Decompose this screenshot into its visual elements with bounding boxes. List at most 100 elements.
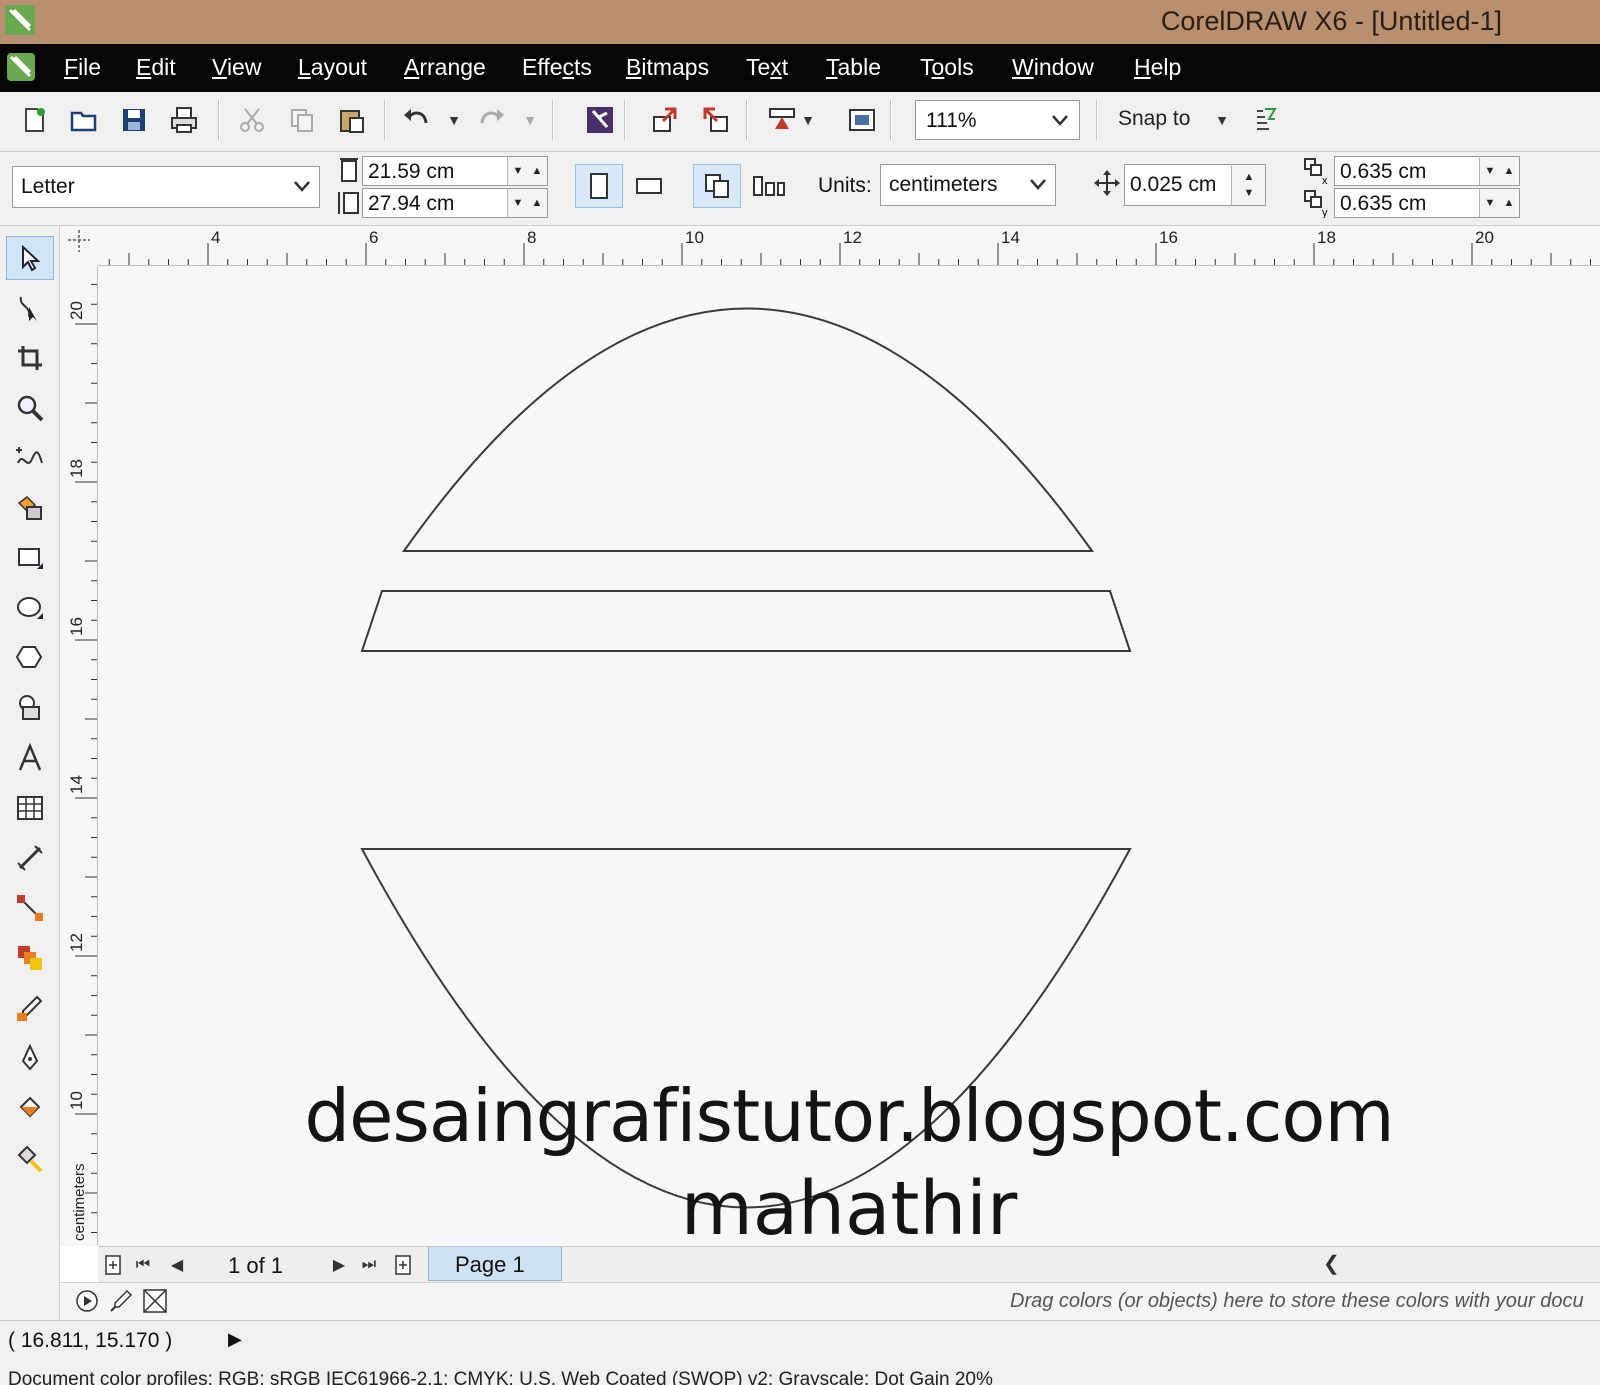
redo-icon[interactable] — [474, 102, 510, 138]
scroll-left-icon[interactable]: ❮ — [1323, 1251, 1340, 1276]
tab-page-1[interactable]: Page 1 — [428, 1247, 562, 1281]
next-page-icon[interactable]: ▶ — [326, 1251, 352, 1279]
menu-view[interactable]: View — [212, 54, 261, 81]
shape-tool-icon[interactable] — [6, 286, 54, 330]
nudge-stepper[interactable]: ▲ ▼ — [1231, 165, 1265, 205]
previous-page-icon[interactable]: ◀ — [164, 1251, 190, 1279]
no-color-icon[interactable] — [142, 1287, 168, 1315]
page-size-select[interactable]: Letter — [12, 166, 320, 208]
ruler-origin-icon — [68, 230, 90, 252]
menu-tools[interactable]: Tools — [920, 54, 974, 81]
units-select[interactable]: centimeters — [880, 164, 1056, 206]
menu-help[interactable]: Help — [1134, 54, 1181, 81]
menu-file[interactable]: File — [64, 54, 101, 81]
page-count: 1 of 1 — [228, 1253, 284, 1278]
ellipse-tool-icon[interactable] — [6, 586, 54, 630]
duplicate-x-input[interactable]: 0.635 cm ▼ ▲ — [1334, 156, 1520, 186]
menu-window[interactable]: Window — [1012, 54, 1094, 81]
eyedropper-tool-icon[interactable] — [6, 986, 54, 1030]
fill-tool-icon[interactable] — [6, 1086, 54, 1130]
page-width-stepper[interactable]: ▼ ▲ — [507, 157, 547, 185]
menu-layout[interactable]: Layout — [298, 54, 367, 81]
page-width-input[interactable]: 21.59 cm ▼ ▲ — [362, 156, 548, 186]
print-icon[interactable] — [166, 102, 202, 138]
top-dome-shape[interactable] — [402, 307, 1094, 552]
horizontal-ruler[interactable]: 4 6 8 10 12 14 16 18 20 — [98, 226, 1600, 266]
paste-icon[interactable] — [334, 102, 370, 138]
color-profiles-text[interactable]: Document color profiles: RGB: sRGB IEC61… — [8, 1369, 993, 1385]
open-icon[interactable] — [66, 102, 102, 138]
add-page-before-icon[interactable] — [100, 1251, 126, 1279]
redo-dropdown-icon[interactable]: ▼ — [522, 108, 538, 132]
status-expand-icon[interactable]: ▶ — [228, 1329, 242, 1350]
menu-text[interactable]: Text — [746, 54, 788, 81]
import-icon[interactable] — [648, 102, 684, 138]
undo-dropdown-icon[interactable]: ▼ — [446, 108, 462, 132]
application-launcher-icon[interactable] — [844, 102, 880, 138]
landscape-button[interactable] — [625, 164, 673, 208]
cut-icon[interactable] — [234, 102, 270, 138]
duplicate-y-input[interactable]: 0.635 cm ▼ ▲ — [1334, 188, 1520, 218]
polygon-tool-icon[interactable] — [6, 636, 54, 680]
save-icon[interactable] — [116, 102, 152, 138]
ruler-label: 14 — [1001, 228, 1020, 247]
add-page-after-icon[interactable] — [390, 1251, 416, 1279]
current-page-button[interactable] — [745, 164, 793, 208]
copy-icon[interactable] — [284, 102, 320, 138]
menu-arrange[interactable]: Arrange — [404, 54, 486, 81]
first-page-icon[interactable]: ⏮ — [130, 1251, 156, 1279]
outline-pen-icon[interactable] — [6, 1036, 54, 1080]
vertical-ruler[interactable]: 20 18 16 14 12 10 centimeters — [60, 266, 98, 1246]
app-menu-icon[interactable] — [6, 52, 36, 82]
duplicate-y-stepper[interactable]: ▼ ▲ — [1479, 189, 1519, 217]
zoom-level-value: 111% — [926, 109, 977, 132]
zoom-tool-icon[interactable] — [6, 386, 54, 430]
tray-play-icon[interactable] — [74, 1287, 100, 1315]
export-icon[interactable] — [698, 102, 734, 138]
last-page-icon[interactable]: ⏭ — [356, 1251, 382, 1279]
interactive-fill-icon[interactable] — [6, 1136, 54, 1180]
snap-to-button[interactable]: Snap to — [1118, 107, 1190, 131]
connector-tool-icon[interactable] — [6, 886, 54, 930]
table-tool-icon[interactable] — [6, 786, 54, 830]
menu-edit[interactable]: Edit — [136, 54, 176, 81]
menu-table[interactable]: Table — [826, 54, 881, 81]
basic-shapes-icon[interactable] — [6, 686, 54, 730]
page-height-input[interactable]: 27.94 cm ▼ ▲ — [362, 188, 548, 218]
text-tool-icon[interactable] — [6, 736, 54, 780]
publish-dropdown-icon[interactable]: ▼ — [800, 108, 816, 132]
portrait-button[interactable] — [575, 164, 623, 208]
publish-icon[interactable] — [764, 102, 800, 138]
menu-effects[interactable]: Effects — [522, 54, 592, 81]
status-bar: ( 16.811, 15.170 ) ▶ Document color prof… — [0, 1320, 1600, 1385]
search-content-icon[interactable] — [582, 102, 618, 138]
all-pages-button[interactable] — [693, 164, 741, 208]
standard-toolbar: ▼ ▼ ▼ 111% Snap to ▼ — [0, 92, 1600, 152]
smart-fill-icon[interactable] — [6, 486, 54, 530]
toolbar-separator — [384, 100, 386, 140]
ruler-origin[interactable] — [60, 226, 98, 266]
nudge-distance-input[interactable]: 0.025 cm ▲ ▼ — [1124, 164, 1266, 206]
zoom-level-select[interactable]: 111% — [915, 100, 1080, 140]
coreldraw-logo-icon — [5, 5, 35, 35]
duplicate-x-stepper[interactable]: ▼ ▲ — [1479, 157, 1519, 185]
undo-icon[interactable] — [398, 102, 434, 138]
new-document-icon[interactable] — [16, 102, 52, 138]
snap-options-icon[interactable] — [1248, 102, 1284, 138]
freehand-tool-icon[interactable] — [6, 436, 54, 480]
cursor-coordinates: ( 16.811, 15.170 ) — [8, 1329, 173, 1352]
drawing-canvas[interactable]: desaingrafistutor.blogspot.com mahathir — [98, 266, 1600, 1246]
crop-tool-icon[interactable] — [6, 336, 54, 380]
dimension-tool-icon[interactable] — [6, 836, 54, 880]
ruler-label: 16 — [67, 617, 86, 636]
pick-tool-icon[interactable] — [6, 236, 54, 280]
snap-dropdown-icon[interactable]: ▼ — [1214, 108, 1230, 132]
color-tray[interactable]: Drag colors (or objects) here to store t… — [60, 1282, 1600, 1320]
page-height-stepper[interactable]: ▼ ▲ — [507, 189, 547, 217]
middle-band-shape[interactable] — [360, 590, 1132, 652]
current-page-icon — [753, 176, 785, 196]
menu-bitmaps[interactable]: Bitmaps — [626, 54, 709, 81]
tray-eyedropper-icon[interactable] — [108, 1287, 134, 1315]
rectangle-tool-icon[interactable] — [6, 536, 54, 580]
blend-tool-icon[interactable] — [6, 936, 54, 980]
